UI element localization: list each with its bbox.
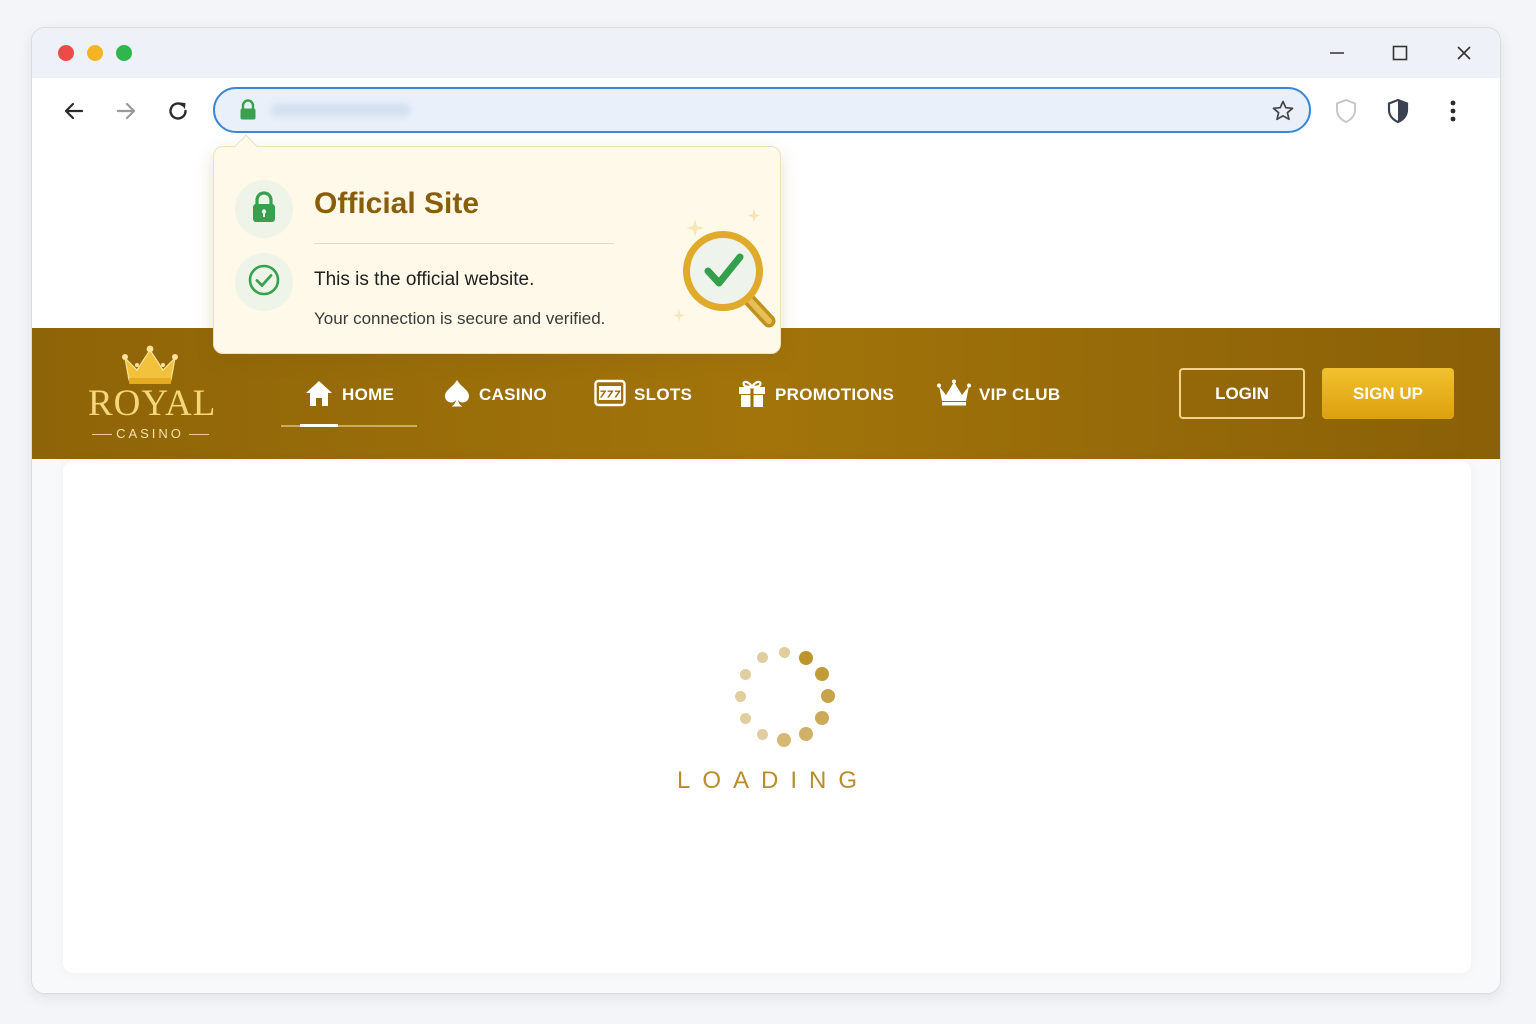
- gift-icon: [737, 378, 767, 413]
- site-info-popup: Official Site This is the official websi…: [213, 134, 781, 354]
- slot-machine-icon: 777: [594, 379, 626, 412]
- minimize-icon[interactable]: [1324, 40, 1350, 66]
- spinner-dot: [778, 646, 790, 658]
- svg-text:777: 777: [599, 389, 621, 400]
- popup-secure-text: Your connection is secure and verified.: [314, 309, 606, 328]
- nav-item-vip-club[interactable]: VIP CLUB: [937, 379, 1061, 412]
- loading-text: LOADING: [676, 767, 870, 794]
- home-icon: [304, 379, 334, 412]
- spinner-dot: [815, 667, 830, 681]
- secure-lock-badge: [235, 180, 293, 238]
- browser-window: ROYAL CASINO HOME CASINO 777 SLOTS PROMO…: [31, 27, 1501, 994]
- crown-icon: [937, 379, 971, 412]
- spinner-dot: [740, 712, 752, 724]
- nav-item-label: VIP CLUB: [979, 385, 1061, 404]
- popup-official-text: This is the official website.: [314, 269, 535, 290]
- nav-item-label: PROMOTIONS: [775, 385, 895, 404]
- spinner-dot: [815, 711, 830, 725]
- browser-toolbar: [32, 78, 1500, 144]
- spinner-dot: [756, 728, 768, 740]
- signup-button[interactable]: SIGN UP: [1322, 368, 1454, 419]
- magnifier-check-icon: [659, 199, 785, 334]
- lock-icon[interactable]: [238, 99, 258, 126]
- nav-item-label: HOME: [342, 385, 395, 404]
- main-content: LOADING: [32, 459, 1500, 993]
- title-bar: [32, 28, 1500, 78]
- spade-icon: [443, 378, 471, 413]
- zoom-window-dot[interactable]: [116, 45, 132, 61]
- spinner-dot: [756, 652, 768, 664]
- login-button[interactable]: LOGIN: [1179, 368, 1305, 419]
- lock-icon: [250, 190, 278, 229]
- spinner-dot: [777, 733, 791, 747]
- nav-item-label: SLOTS: [634, 385, 693, 404]
- close-icon[interactable]: [1451, 40, 1477, 66]
- address-bar[interactable]: [213, 87, 1311, 133]
- nav-item-slots[interactable]: 777 SLOTS: [594, 379, 693, 412]
- shield-outline-icon[interactable]: [1331, 96, 1361, 126]
- close-window-dot[interactable]: [58, 45, 74, 61]
- spinner-dot: [799, 727, 813, 742]
- check-circle-icon: [247, 263, 281, 302]
- spinner-dot: [740, 668, 752, 680]
- forward-arrow-icon[interactable]: [111, 96, 141, 126]
- star-icon[interactable]: [1271, 99, 1295, 128]
- nav-active-indicator: [300, 424, 338, 427]
- maximize-icon[interactable]: [1387, 40, 1413, 66]
- content-card: LOADING: [63, 461, 1471, 973]
- logo-line-right: [189, 434, 209, 435]
- nav-item-promotions[interactable]: PROMOTIONS: [737, 380, 894, 410]
- url-text-blurred: [271, 103, 411, 117]
- verified-check-badge: [235, 253, 293, 311]
- loading-spinner: [709, 621, 859, 771]
- spinner-dot: [821, 689, 835, 703]
- spinner-dot: [734, 690, 746, 702]
- logo-name: ROYAL: [88, 383, 217, 424]
- popup-title: Official Site: [314, 187, 480, 220]
- spinner-dot: [799, 650, 813, 665]
- nav-item-home[interactable]: HOME: [304, 380, 394, 410]
- popup-divider: [314, 243, 614, 244]
- shield-half-icon[interactable]: [1383, 96, 1413, 126]
- kebab-menu-icon[interactable]: [1438, 96, 1468, 126]
- nav-item-label: CASINO: [479, 385, 547, 404]
- nav-item-casino[interactable]: CASINO: [443, 378, 547, 413]
- minimize-window-dot[interactable]: [87, 45, 103, 61]
- reload-icon[interactable]: [163, 96, 193, 126]
- back-arrow-icon[interactable]: [59, 96, 89, 126]
